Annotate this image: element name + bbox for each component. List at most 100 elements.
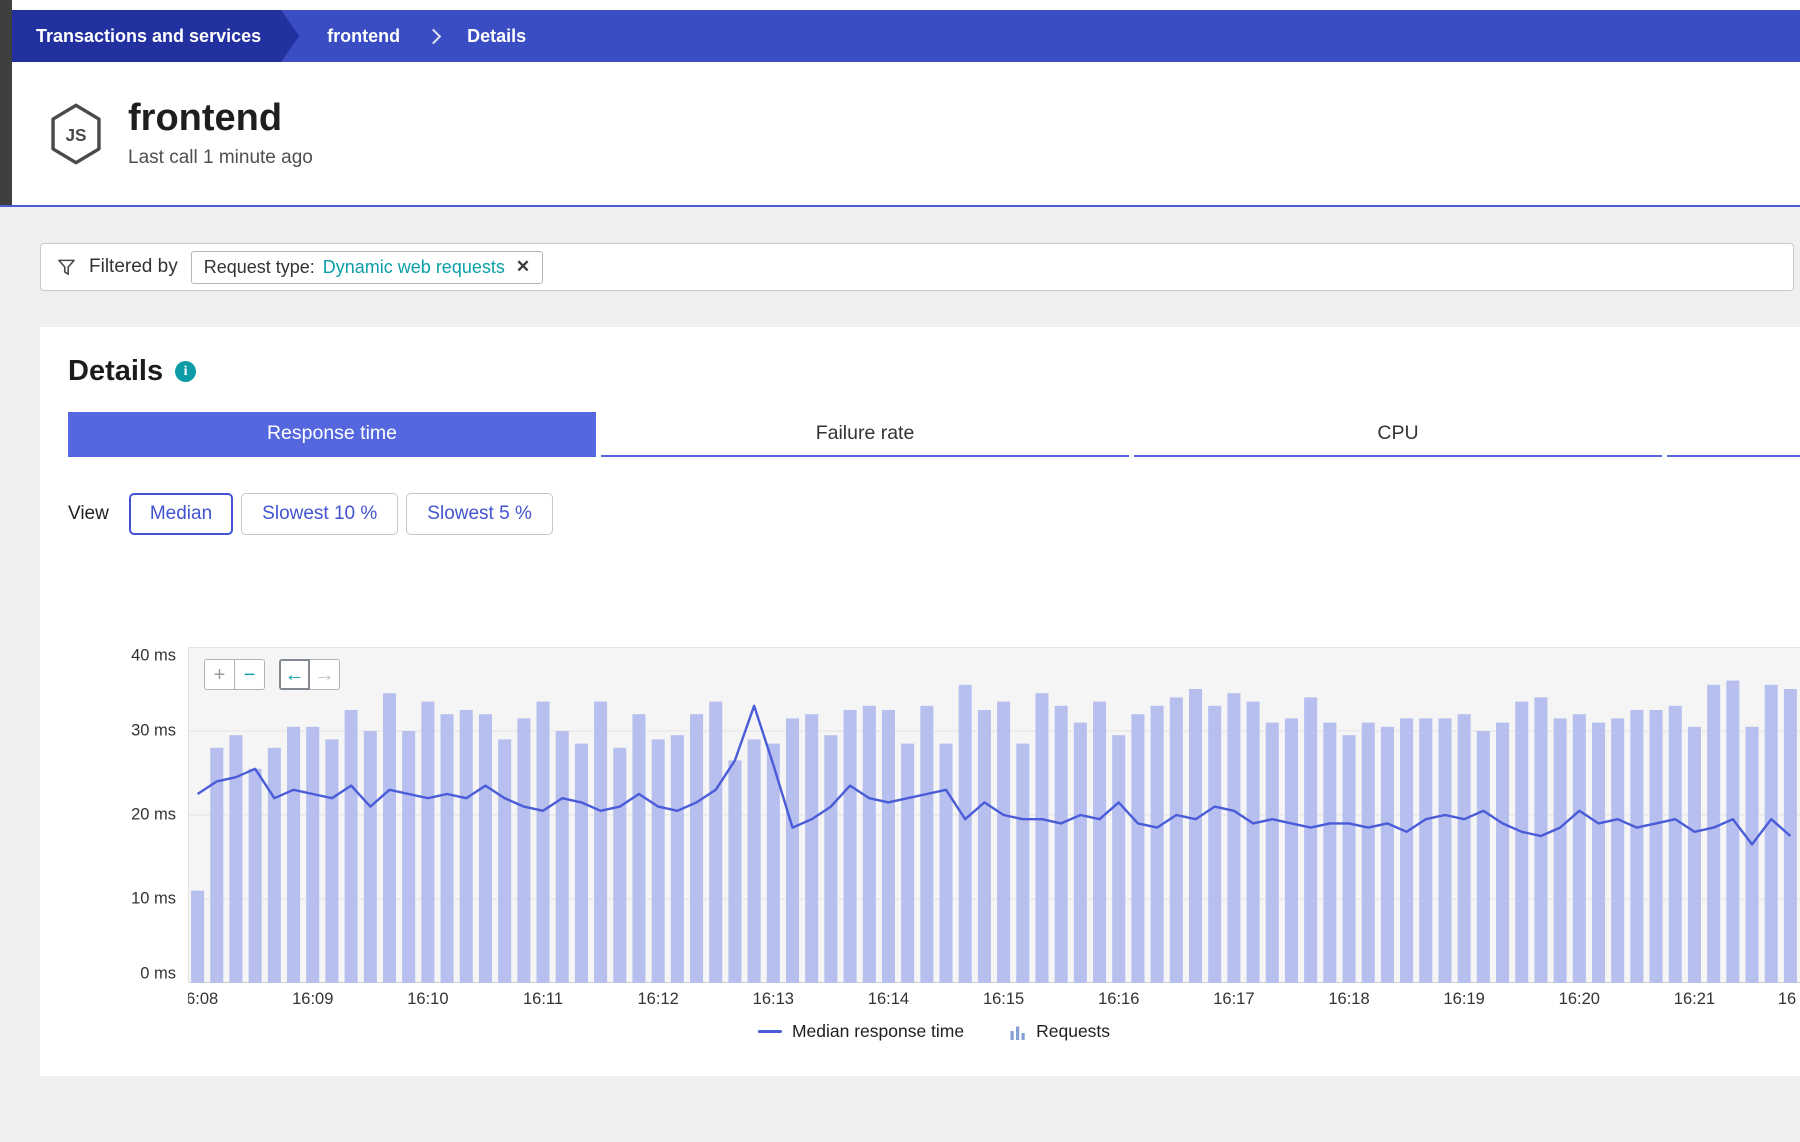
requests-bar[interactable] — [1515, 702, 1528, 983]
requests-bar[interactable] — [498, 739, 511, 983]
requests-bar[interactable] — [728, 760, 741, 983]
requests-bar[interactable] — [1131, 714, 1144, 983]
requests-bar[interactable] — [1554, 718, 1567, 983]
requests-bar[interactable] — [229, 735, 242, 983]
requests-bar[interactable] — [191, 891, 204, 983]
requests-bar[interactable] — [325, 739, 338, 983]
requests-bar[interactable] — [1400, 718, 1413, 983]
median-response-time-line[interactable] — [198, 706, 1791, 845]
legend-item-median-response-time[interactable]: Median response time — [758, 1021, 964, 1042]
requests-bar[interactable] — [786, 718, 799, 983]
requests-bar[interactable] — [1630, 710, 1643, 983]
requests-bar[interactable] — [460, 710, 473, 983]
requests-bar[interactable] — [1477, 731, 1490, 983]
pan-left-button[interactable]: ← — [279, 659, 310, 690]
requests-bar[interactable] — [1323, 723, 1336, 983]
requests-bar[interactable] — [249, 769, 262, 983]
info-icon[interactable]: i — [175, 361, 196, 382]
requests-bar[interactable] — [805, 714, 818, 983]
close-icon[interactable]: ✕ — [516, 257, 530, 277]
requests-bar[interactable] — [1266, 723, 1279, 983]
requests-bar[interactable] — [1650, 710, 1663, 983]
requests-bar[interactable] — [1285, 718, 1298, 983]
requests-bar[interactable] — [1573, 714, 1586, 983]
requests-bar[interactable] — [863, 706, 876, 983]
requests-bar[interactable] — [1419, 718, 1432, 983]
requests-bar[interactable] — [441, 714, 454, 983]
requests-bar[interactable] — [690, 714, 703, 983]
requests-bar[interactable] — [1074, 723, 1087, 983]
requests-bar[interactable] — [364, 731, 377, 983]
requests-bar[interactable] — [1151, 706, 1164, 983]
requests-bar[interactable] — [1170, 697, 1183, 983]
tab-response-time[interactable]: Response time — [68, 412, 596, 457]
requests-bar[interactable] — [345, 710, 358, 983]
view-option-slowest-5[interactable]: Slowest 5 % — [406, 493, 553, 535]
requests-bar[interactable] — [997, 702, 1010, 983]
requests-bar[interactable] — [940, 744, 953, 983]
requests-bar[interactable] — [1726, 681, 1739, 983]
requests-bar[interactable] — [920, 706, 933, 983]
requests-bar[interactable] — [1247, 702, 1260, 983]
breadcrumb-item-transactions-and-services[interactable]: Transactions and services — [12, 10, 299, 62]
requests-bar[interactable] — [1592, 723, 1605, 983]
requests-bar[interactable] — [632, 714, 645, 983]
requests-bar[interactable] — [844, 710, 857, 983]
requests-bar[interactable] — [383, 693, 396, 983]
requests-bar[interactable] — [1688, 727, 1701, 983]
requests-bar[interactable] — [1381, 727, 1394, 983]
requests-bar[interactable] — [959, 685, 972, 983]
requests-bar[interactable] — [882, 710, 895, 983]
requests-bar[interactable] — [479, 714, 492, 983]
tab-failure-rate[interactable]: Failure rate — [601, 412, 1129, 457]
tab-cpu[interactable]: CPU — [1134, 412, 1662, 457]
breadcrumb-item-frontend[interactable]: frontend — [315, 10, 412, 62]
breadcrumb-item-details[interactable]: Details — [455, 10, 538, 62]
requests-bar[interactable] — [1611, 718, 1624, 983]
requests-bar[interactable] — [268, 748, 281, 983]
requests-bar[interactable] — [556, 731, 569, 983]
requests-bar[interactable] — [1496, 723, 1509, 983]
requests-bar[interactable] — [1458, 714, 1471, 983]
requests-bar[interactable] — [824, 735, 837, 983]
requests-bar[interactable] — [594, 702, 607, 983]
zoom-out-button[interactable]: − — [234, 659, 265, 690]
requests-bar[interactable] — [306, 727, 319, 983]
requests-bar[interactable] — [421, 702, 434, 983]
view-option-slowest-10[interactable]: Slowest 10 % — [241, 493, 398, 535]
requests-bar[interactable] — [652, 739, 665, 983]
requests-bar[interactable] — [1208, 706, 1221, 983]
requests-bar[interactable] — [1534, 697, 1547, 983]
zoom-in-button[interactable]: + — [204, 659, 235, 690]
requests-bar[interactable] — [1438, 718, 1451, 983]
requests-bar[interactable] — [1112, 735, 1125, 983]
requests-bar[interactable] — [901, 744, 914, 983]
requests-bar[interactable] — [287, 727, 300, 983]
requests-bar[interactable] — [1227, 693, 1240, 983]
requests-bar[interactable] — [1669, 706, 1682, 983]
chart-plot-area[interactable]: + − ← → — [188, 647, 1800, 983]
chart-canvas[interactable] — [188, 647, 1800, 983]
requests-bar[interactable] — [537, 702, 550, 983]
requests-bar[interactable] — [1707, 685, 1720, 983]
requests-bar[interactable] — [1362, 723, 1375, 983]
requests-bar[interactable] — [1093, 702, 1106, 983]
requests-bar[interactable] — [1784, 689, 1797, 983]
requests-bar[interactable] — [1746, 727, 1759, 983]
requests-bar[interactable] — [1189, 689, 1202, 983]
requests-bar[interactable] — [402, 731, 415, 983]
pan-right-button[interactable]: → — [309, 659, 340, 690]
requests-bar[interactable] — [517, 718, 530, 983]
legend-item-requests[interactable]: Requests — [1010, 1021, 1110, 1042]
requests-bar[interactable] — [575, 744, 588, 983]
requests-bar[interactable] — [1016, 744, 1029, 983]
requests-bar[interactable] — [978, 710, 991, 983]
filter-chip-request-type[interactable]: Request type: Dynamic web requests ✕ — [191, 251, 543, 284]
requests-bar[interactable] — [709, 702, 722, 983]
view-option-median[interactable]: Median — [129, 493, 233, 535]
requests-bar[interactable] — [748, 739, 761, 983]
requests-bar[interactable] — [613, 748, 626, 983]
requests-bar[interactable] — [671, 735, 684, 983]
requests-bar[interactable] — [1765, 685, 1778, 983]
requests-bar[interactable] — [1055, 706, 1068, 983]
